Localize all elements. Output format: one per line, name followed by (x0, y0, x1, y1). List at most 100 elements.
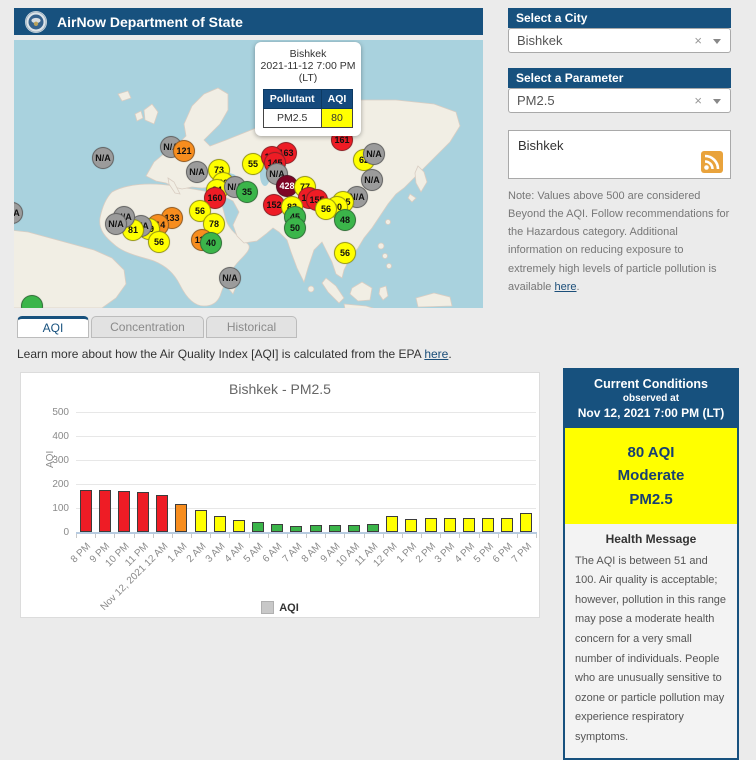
chart-bar[interactable] (425, 518, 437, 532)
select-city-header: Select a City (508, 8, 731, 28)
aqi-marker[interactable]: 48 (334, 209, 356, 231)
parameter-clear-icon[interactable]: × (694, 89, 702, 112)
city-dropdown-arrow-icon[interactable] (713, 39, 721, 44)
world-map[interactable]: N/AN/A121N/AN/A73558684N/A35160567813311… (14, 40, 483, 308)
aqi-marker[interactable]: 56 (334, 242, 356, 264)
x-tick-label: 6 PM (491, 541, 515, 565)
chart-bar[interactable] (175, 504, 187, 532)
x-tick (325, 534, 326, 538)
tab-aqi[interactable]: AQI (17, 316, 89, 338)
chart-bar[interactable] (80, 490, 92, 532)
x-tick (344, 534, 345, 538)
city-select-value: Bishkek (517, 33, 563, 48)
x-tick (383, 534, 384, 538)
chart-bar[interactable] (501, 518, 513, 532)
aqi-marker[interactable]: 35 (236, 181, 258, 203)
chart-panel: Bishkek - PM2.5 AQI 0100200300400500 8 P… (20, 372, 540, 618)
aqi-marker[interactable]: N/A (361, 169, 383, 191)
chart-bar[interactable] (482, 518, 494, 532)
parameter-select-value: PM2.5 (517, 93, 555, 108)
chart-bar[interactable] (310, 525, 322, 532)
x-tick (459, 534, 460, 538)
aqi-marker[interactable]: 56 (148, 231, 170, 253)
cc-pollutant: PM2.5 (565, 488, 737, 511)
chart-bar[interactable] (195, 510, 207, 532)
chart-bar[interactable] (99, 490, 111, 532)
x-tick (440, 534, 441, 538)
state-department-seal-icon (24, 10, 48, 34)
tab-historical[interactable]: Historical (206, 316, 297, 338)
chart-bar[interactable] (329, 525, 341, 532)
x-tick (287, 534, 288, 538)
rss-city-label: Bishkek (518, 138, 564, 153)
learn-more-text: Learn more about how the Air Quality Ind… (17, 347, 452, 361)
tab-concentration[interactable]: Concentration (91, 316, 204, 338)
aqi-marker[interactable]: N/A (219, 267, 241, 289)
chart-bar[interactable] (271, 524, 283, 532)
y-tick-label: 200 (29, 479, 69, 490)
chart-bar[interactable] (156, 495, 168, 532)
x-tick-label: 3 PM (433, 541, 457, 565)
chart-bar[interactable] (444, 518, 456, 532)
cc-observed-at-label: observed at (569, 393, 733, 404)
x-tick-label: 4 AM (223, 541, 247, 565)
chart-bar[interactable] (520, 513, 532, 532)
current-conditions-panel: Current Conditions observed at Nov 12, 2… (563, 368, 739, 760)
x-tick (172, 534, 173, 538)
x-tick-label: 1 AM (165, 541, 189, 565)
learn-more-before: Learn more about how the Air Quality Ind… (17, 347, 424, 361)
note-text: Note: Values above 500 are considered Be… (508, 187, 734, 296)
x-tick-label: 5 PM (472, 541, 496, 565)
x-tick-label: 2 AM (184, 541, 208, 565)
x-tick (95, 534, 96, 538)
rss-box: Bishkek (508, 130, 731, 179)
gridline (76, 460, 536, 461)
chart-bar[interactable] (367, 524, 379, 532)
x-tick (306, 534, 307, 538)
x-tick-label: 6 AM (261, 541, 285, 565)
city-select[interactable]: Bishkek × (508, 28, 731, 53)
legend-swatch (261, 601, 274, 614)
aqi-marker[interactable]: 40 (200, 232, 222, 254)
x-tick (421, 534, 422, 538)
aqi-marker[interactable]: 50 (284, 217, 306, 239)
x-tick (364, 534, 365, 538)
chart-bar[interactable] (463, 518, 475, 532)
aqi-marker[interactable]: N/A (186, 161, 208, 183)
y-tick-label: 400 (29, 431, 69, 442)
rss-feed-icon[interactable] (701, 151, 723, 173)
chart-bar[interactable] (233, 520, 245, 532)
main-header: AirNow Department of State (14, 8, 483, 35)
y-tick-label: 100 (29, 503, 69, 514)
aqi-marker[interactable]: 121 (173, 140, 195, 162)
gridline (76, 484, 536, 485)
learn-more-after: . (448, 347, 451, 361)
x-tick (210, 534, 211, 538)
x-tick (114, 534, 115, 538)
parameter-dropdown-arrow-icon[interactable] (713, 99, 721, 104)
x-tick (517, 534, 518, 538)
note-here-link[interactable]: here (554, 281, 576, 293)
chart-bar[interactable] (118, 491, 130, 532)
cc-title: Current Conditions (569, 377, 733, 391)
aqi-marker[interactable]: N/A (92, 147, 114, 169)
aqi-marker[interactable]: N/A (363, 143, 385, 165)
chart-bar[interactable] (137, 492, 149, 532)
chart-bar[interactable] (405, 519, 417, 532)
x-tick-label: 8 AM (299, 541, 323, 565)
aqi-marker[interactable]: N/A (105, 213, 127, 235)
chart-bar[interactable] (252, 522, 264, 532)
x-tick (268, 534, 269, 538)
x-tick (536, 534, 537, 538)
page-title: AirNow Department of State (57, 14, 243, 30)
epa-here-link[interactable]: here (424, 347, 448, 361)
cc-aqi-block: 80 AQI Moderate PM2.5 (565, 428, 737, 524)
chart-bar[interactable] (386, 516, 398, 532)
gridline (76, 436, 536, 437)
parameter-select[interactable]: PM2.5 × (508, 88, 731, 113)
chart-bar[interactable] (214, 516, 226, 532)
chart-bar[interactable] (348, 525, 360, 532)
city-clear-icon[interactable]: × (694, 29, 702, 52)
popup-aqi-table: Pollutant AQI PM2.5 80 (263, 89, 354, 128)
chart-title: Bishkek - PM2.5 (21, 381, 539, 397)
